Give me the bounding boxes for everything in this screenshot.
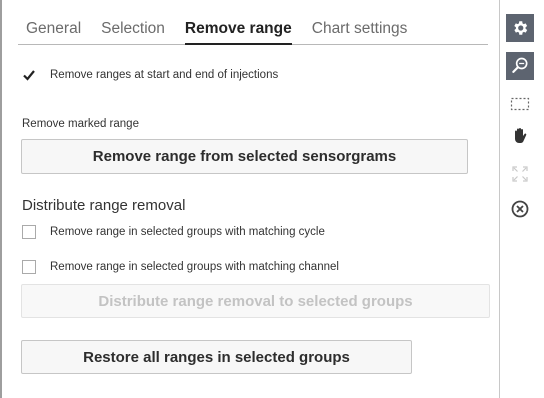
distribute-range-removal-button[interactable]: Distribute range removal to selected gro… xyxy=(21,284,490,318)
matching-cycle-label: Remove range in selected groups with mat… xyxy=(50,226,325,238)
matching-cycle-checkbox[interactable] xyxy=(22,225,36,239)
settings-gear-icon[interactable] xyxy=(506,14,534,42)
marquee-select-icon[interactable] xyxy=(506,90,534,118)
matching-channel-label: Remove range in selected groups with mat… xyxy=(50,261,339,273)
tab-general[interactable]: General xyxy=(26,14,81,44)
pan-hand-icon[interactable] xyxy=(506,122,534,150)
remove-start-end-option: Remove ranges at start and end of inject… xyxy=(22,68,278,82)
fit-expand-icon[interactable] xyxy=(506,160,534,188)
matching-channel-option: Remove range in selected groups with mat… xyxy=(22,260,339,274)
remove-start-end-checkbox[interactable] xyxy=(22,68,36,82)
tab-selection[interactable]: Selection xyxy=(101,14,165,44)
checkmark-icon xyxy=(23,70,35,81)
tab-bar: General Selection Remove range Chart set… xyxy=(18,14,488,45)
remove-start-end-label: Remove ranges at start and end of inject… xyxy=(50,69,279,81)
matching-channel-checkbox[interactable] xyxy=(22,260,36,274)
tab-chart-settings[interactable]: Chart settings xyxy=(312,14,408,44)
distribute-range-removal-heading: Distribute range removal xyxy=(22,197,186,214)
remove-range-from-sensorgrams-button[interactable]: Remove range from selected sensorgrams xyxy=(21,139,468,174)
remove-range-panel: General Selection Remove range Chart set… xyxy=(0,0,500,398)
remove-marked-range-label: Remove marked range xyxy=(22,118,139,130)
close-circle-icon[interactable] xyxy=(506,195,534,223)
restore-all-ranges-button[interactable]: Restore all ranges in selected groups xyxy=(21,340,412,374)
tab-remove-range[interactable]: Remove range xyxy=(184,14,292,45)
zoom-search-icon[interactable] xyxy=(506,52,534,80)
matching-cycle-option: Remove range in selected groups with mat… xyxy=(22,225,325,239)
